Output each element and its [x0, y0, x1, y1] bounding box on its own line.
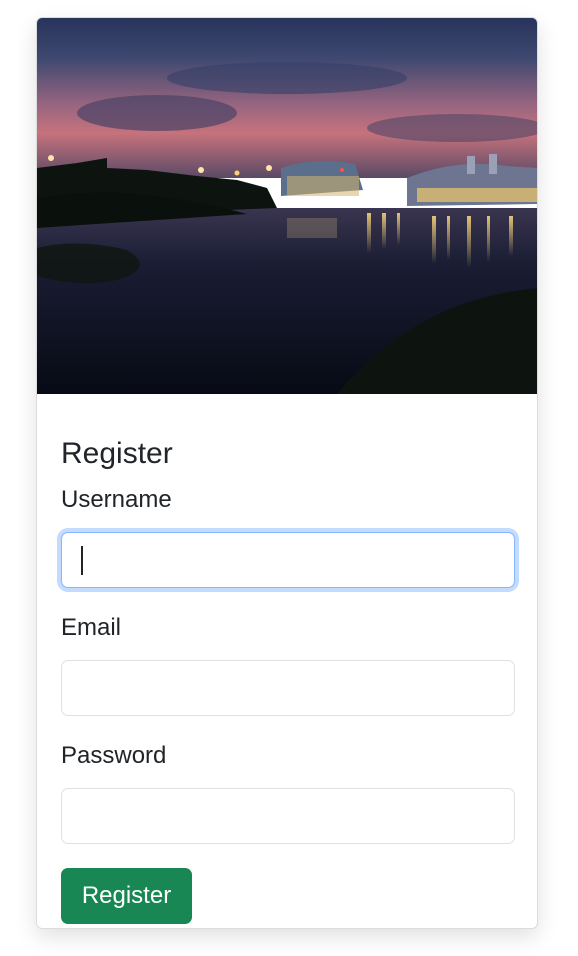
register-button[interactable]: Register [61, 868, 192, 924]
register-card: Register Username Email Password Registe… [36, 17, 538, 929]
night-lake-photo [37, 18, 537, 394]
username-input[interactable] [61, 532, 515, 588]
username-label: Username [61, 486, 172, 513]
form-title: Register [61, 437, 173, 470]
email-input[interactable] [61, 660, 515, 716]
email-label: Email [61, 614, 122, 641]
password-input[interactable] [61, 788, 515, 844]
password-label: Password [61, 742, 167, 769]
text-caret [81, 546, 83, 575]
